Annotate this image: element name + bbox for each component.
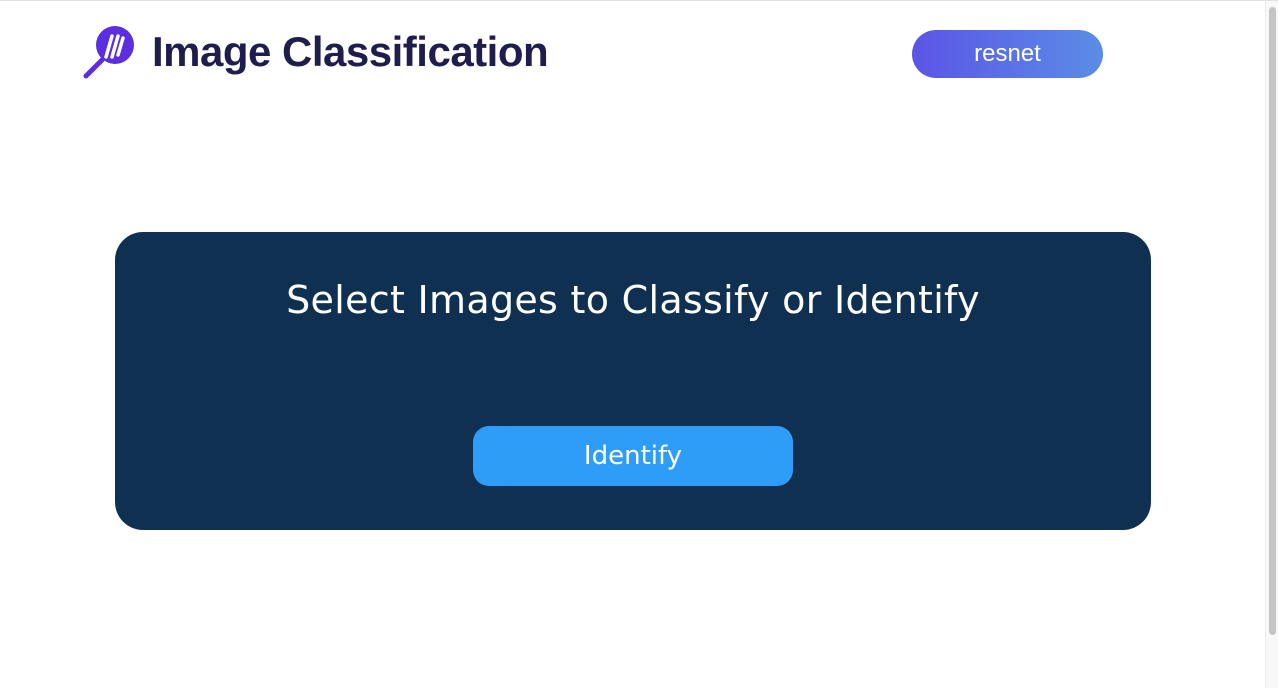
scrollbar-thumb[interactable] <box>1269 7 1276 635</box>
panel-title: Select Images to Classify or Identify <box>286 278 980 322</box>
model-selector-button[interactable]: resnet <box>912 30 1103 78</box>
vertical-scrollbar[interactable] <box>1265 1 1278 688</box>
upload-panel[interactable]: Select Images to Classify or Identify Id… <box>115 232 1151 530</box>
page: Image Classification resnet Select Image… <box>0 0 1278 688</box>
magnifier-logo-icon <box>83 26 134 79</box>
app-title: Image Classification <box>152 28 549 75</box>
header: Image Classification <box>80 23 549 81</box>
identify-button[interactable]: Identify <box>473 426 793 486</box>
